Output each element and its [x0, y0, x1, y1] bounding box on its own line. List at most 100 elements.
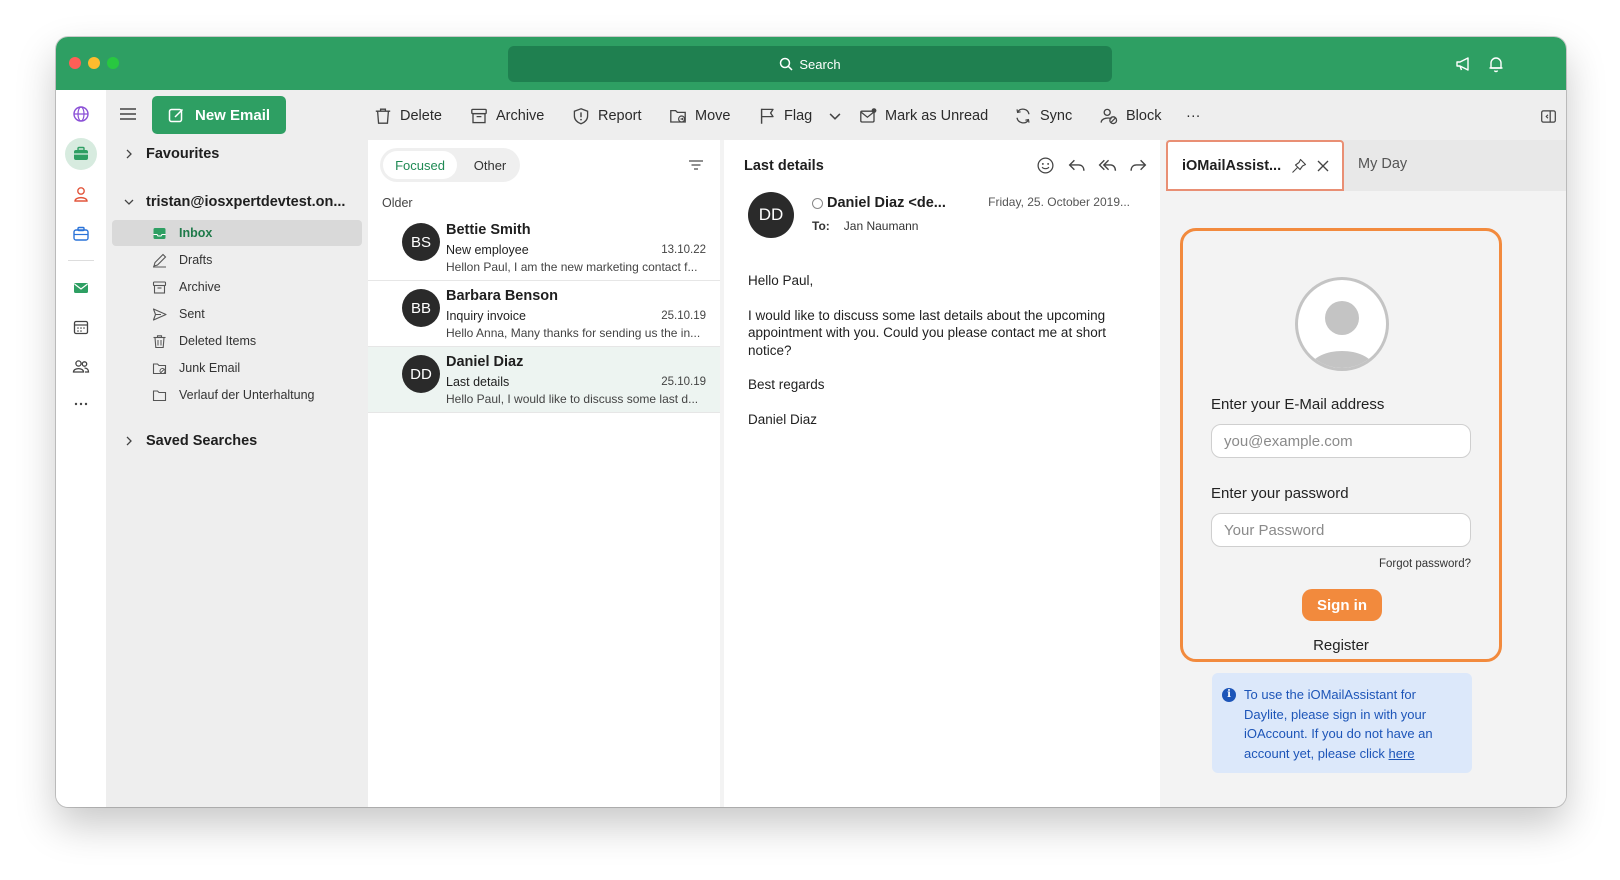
contact-icon[interactable] — [65, 178, 97, 210]
megaphone-icon[interactable] — [1454, 54, 1474, 74]
tab-focused[interactable]: Focused — [383, 151, 457, 179]
avatar: BS — [402, 223, 440, 261]
recipient-line: To: Jan Naumann — [812, 219, 918, 233]
profile-placeholder-icon — [1295, 277, 1389, 371]
body-paragraph: Hello Paul, — [748, 273, 814, 288]
archive-icon — [152, 280, 167, 294]
forgot-password-link[interactable]: Forgot password? — [1379, 558, 1471, 570]
sender-name: Daniel Diaz <de... — [827, 195, 946, 211]
sidebar-item-drafts[interactable]: Drafts — [112, 247, 362, 273]
close-icon[interactable] — [1315, 158, 1331, 174]
chevron-right-icon — [126, 436, 132, 446]
message-datetime: Friday, 25. October 2019... — [988, 195, 1130, 209]
message-date: 25.10.19 — [661, 310, 706, 322]
here-link[interactable]: here — [1389, 746, 1415, 761]
toolbar: Delete Archive Report Move Flag Mark as … — [368, 90, 1566, 140]
trash-icon — [153, 334, 166, 348]
flag-button[interactable]: Flag — [758, 104, 842, 128]
body-paragraph: Daniel Diaz — [748, 411, 818, 427]
people-icon[interactable] — [65, 350, 97, 382]
pin-icon[interactable] — [1291, 158, 1307, 174]
sender-line[interactable]: Daniel Diaz <de... — [812, 195, 946, 211]
register-link[interactable]: Register — [1183, 637, 1499, 654]
compose-icon — [168, 108, 184, 122]
favourites-label: Favourites — [146, 146, 220, 162]
password-field[interactable] — [1211, 513, 1471, 547]
recipient-name[interactable]: Jan Naumann — [844, 219, 919, 233]
report-button[interactable]: Report — [572, 104, 642, 128]
archive-icon — [471, 108, 487, 124]
junk-icon — [152, 362, 167, 374]
sidebar-item-archive[interactable]: Archive — [112, 274, 362, 300]
sidebar-item-label: Deleted Items — [179, 334, 257, 348]
new-email-button[interactable]: New Email — [152, 96, 286, 134]
move-button[interactable]: Move — [669, 104, 730, 128]
mark-unread-button[interactable]: Mark as Unread — [859, 104, 988, 128]
toggle-pane-icon[interactable] — [1540, 104, 1557, 128]
filter-icon[interactable] — [688, 158, 704, 177]
sidebar-item-inbox[interactable]: Inbox — [112, 220, 362, 246]
rail-divider — [68, 260, 94, 261]
archive-button[interactable]: Archive — [470, 104, 544, 128]
mail-unread-icon — [860, 108, 877, 123]
sender-avatar: DD — [748, 192, 794, 238]
reply-icon[interactable] — [1067, 156, 1086, 175]
login-form: Enter your E-Mail address Enter your pas… — [1180, 228, 1502, 662]
toolbox-icon[interactable] — [65, 218, 97, 250]
chevron-right-icon — [126, 149, 132, 159]
tab-other[interactable]: Other — [462, 151, 518, 179]
briefcase-icon[interactable] — [65, 138, 97, 170]
emoji-icon[interactable] — [1036, 156, 1055, 175]
calendar-icon[interactable] — [65, 311, 97, 343]
block-user-icon — [1100, 108, 1118, 125]
minimize-window-button[interactable] — [88, 57, 100, 69]
account-group[interactable]: tristan@iosxpertdevtest.on... — [124, 194, 345, 210]
message-subject: Inquiry invoice — [446, 309, 526, 323]
sync-button[interactable]: Sync — [1014, 104, 1072, 128]
delete-label: Delete — [400, 108, 442, 124]
to-label: To: — [812, 219, 830, 233]
tab-my-day[interactable]: My Day — [1358, 156, 1407, 172]
message-subject: Last details — [446, 375, 510, 389]
app-rail — [56, 90, 106, 807]
close-window-button[interactable] — [69, 57, 81, 69]
sidebar-item-verlauf[interactable]: Verlauf der Unterhaltung — [112, 382, 362, 408]
list-item[interactable]: BS Bettie Smith New employee 13.10.22 He… — [368, 215, 720, 281]
sidebar-item-label: Junk Email — [179, 361, 241, 375]
forward-icon[interactable] — [1129, 156, 1148, 175]
message-sender: Daniel Diaz — [446, 354, 524, 370]
search-bar[interactable]: Search — [508, 46, 1112, 82]
list-item[interactable]: DD Daniel Diaz Last details 25.10.19 Hel… — [368, 347, 720, 413]
message-date: 13.10.22 — [661, 244, 706, 256]
sign-in-button[interactable]: Sign in — [1302, 589, 1382, 621]
block-button[interactable]: Block — [1100, 104, 1161, 128]
new-email-label: New Email — [195, 106, 271, 124]
hamburger-menu-icon[interactable] — [118, 106, 138, 122]
sync-label: Sync — [1040, 108, 1073, 124]
more-label: ··· — [1186, 108, 1201, 124]
more-icon[interactable] — [65, 388, 97, 420]
saved-searches-group[interactable]: Saved Searches — [124, 433, 257, 449]
more-actions-button[interactable]: ··· — [1186, 104, 1201, 128]
sidebar-item-label: Archive — [179, 280, 221, 294]
email-label: Enter your E-Mail address — [1211, 396, 1385, 413]
list-item[interactable]: BB Barbara Benson Inquiry invoice 25.10.… — [368, 281, 720, 347]
sidebar-item-junk[interactable]: Junk Email — [112, 355, 362, 381]
reading-pane: Last details DD Daniel Diaz <de... Frida… — [724, 140, 1160, 807]
sidebar-item-sent[interactable]: Sent — [112, 301, 362, 327]
zoom-window-button[interactable] — [107, 57, 119, 69]
flag-label: Flag — [784, 108, 813, 124]
chevron-down-icon[interactable] — [828, 109, 842, 123]
shield-icon — [573, 108, 589, 125]
tab-iomailassistant[interactable]: iOMailAssist... — [1166, 140, 1344, 191]
delete-button[interactable]: Delete — [374, 104, 442, 128]
mail-icon[interactable] — [65, 272, 97, 304]
sidebar-item-label: Verlauf der Unterhaltung — [179, 388, 315, 402]
reply-all-icon[interactable] — [1098, 156, 1117, 175]
email-field[interactable] — [1211, 424, 1471, 458]
globe-icon[interactable] — [65, 98, 97, 130]
favourites-group[interactable]: Favourites — [124, 146, 219, 162]
folder-pane: New Email Favourites tristan@iosxpertdev… — [106, 90, 368, 807]
sidebar-item-deleted[interactable]: Deleted Items — [112, 328, 362, 354]
bell-icon[interactable] — [1486, 54, 1506, 74]
